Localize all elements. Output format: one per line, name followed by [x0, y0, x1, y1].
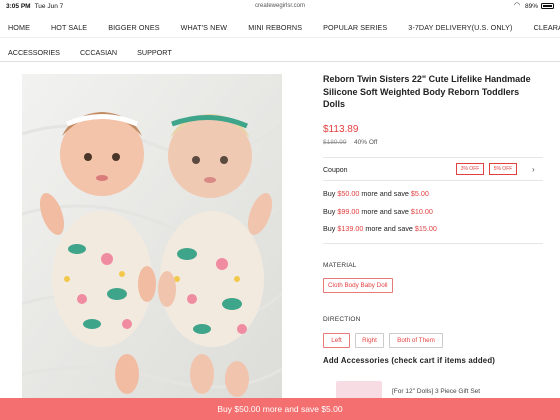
nav-home[interactable]: HOME: [8, 23, 30, 32]
direction-label: DIRECTION: [323, 316, 361, 323]
nav-delivery[interactable]: 3-7DAY DELIVERY(U.S. ONLY): [408, 23, 512, 32]
nav-caucasian[interactable]: CCCASIAN: [80, 48, 117, 57]
chevron-right-icon[interactable]: ›: [532, 165, 535, 174]
coupon-label: Coupon: [323, 167, 348, 174]
material-label: MATERIAL: [323, 262, 357, 269]
secondary-nav: ACCESSORIES CCCASIAN SUPPORT: [0, 44, 560, 62]
product-old-price: $189.99: [323, 139, 347, 146]
status-time: 3:05 PM: [6, 2, 31, 10]
primary-nav: HOME HOT SALE BIGGER ONES WHAT'S NEW MIN…: [0, 18, 560, 38]
promo-amount: $99.00: [337, 207, 360, 216]
product-photo-illustration: [22, 74, 282, 400]
promo-save: $15.00: [414, 224, 437, 233]
product-title: Reborn Twin Sisters 22" Cute Lifelike Ha…: [323, 74, 531, 109]
promo-text: Buy: [323, 207, 338, 216]
promo-banner[interactable]: Buy $50.00 more and save $5.00: [0, 398, 560, 420]
discount-label: 40% Off: [354, 139, 378, 146]
nav-whats-new[interactable]: WHAT'S NEW: [181, 23, 228, 32]
wifi-icon: ◠: [513, 2, 521, 9]
nav-accessories[interactable]: ACCESSORIES: [8, 48, 60, 57]
coupon-tag-3[interactable]: 3% OFF: [456, 163, 484, 175]
promo-save: $10.00: [410, 207, 433, 216]
promo-save: $5.00: [410, 189, 429, 198]
nav-clearance[interactable]: CLEARANCE💰: [534, 23, 560, 32]
promo-amount: $50.00: [337, 189, 360, 198]
direction-left-option[interactable]: Left: [323, 333, 350, 348]
promo-text: more and save: [359, 189, 411, 198]
battery-percent: 89%: [524, 2, 538, 10]
accessory-item-label[interactable]: [For 12'' Dolls] 3 Piece Gift Set: [392, 388, 480, 395]
status-right: ◠ 89%: [513, 2, 554, 10]
address-bar[interactable]: createwegirlsr.com: [255, 3, 305, 9]
promo-text: Buy: [323, 189, 338, 198]
promo-tier-3: Buy $139.00 more and save $15.00: [323, 224, 437, 233]
coupon-tag-5[interactable]: 5% OFF: [489, 163, 517, 175]
promo-tier-2: Buy $99.00 more and save $10.00: [323, 207, 433, 216]
battery-icon: [541, 3, 554, 9]
nav-bigger-ones[interactable]: BIGGER ONES: [108, 23, 159, 32]
divider: [323, 243, 543, 244]
product-image[interactable]: [22, 74, 282, 400]
nav-support[interactable]: SUPPORT: [137, 48, 172, 57]
material-option[interactable]: Cloth Body Baby Doll: [323, 278, 393, 293]
promo-text: more and save: [363, 224, 415, 233]
product-price: $113.89: [323, 124, 359, 135]
divider: [323, 157, 543, 158]
nav-hot-sale[interactable]: HOT SALE: [51, 23, 87, 32]
promo-tier-1: Buy $50.00 more and save $5.00: [323, 189, 429, 198]
add-accessories-heading: Add Accessories (check cart if items add…: [323, 356, 496, 365]
promo-text: Buy: [323, 224, 338, 233]
promo-amount: $139.00: [337, 224, 364, 233]
nav-mini-reborns[interactable]: MINI REBORNS: [248, 23, 302, 32]
status-date: Tue Jun 7: [34, 2, 64, 10]
status-bar: 3:05 PM Tue Jun 7 createwegirlsr.com ◠ 8…: [0, 0, 560, 12]
nav-popular-series[interactable]: POPULAR SERIES: [323, 23, 387, 32]
promo-text: more and save: [359, 207, 411, 216]
direction-right-option[interactable]: Right: [355, 333, 384, 348]
direction-both-option[interactable]: Both of Them: [389, 333, 443, 348]
divider: [323, 180, 543, 181]
